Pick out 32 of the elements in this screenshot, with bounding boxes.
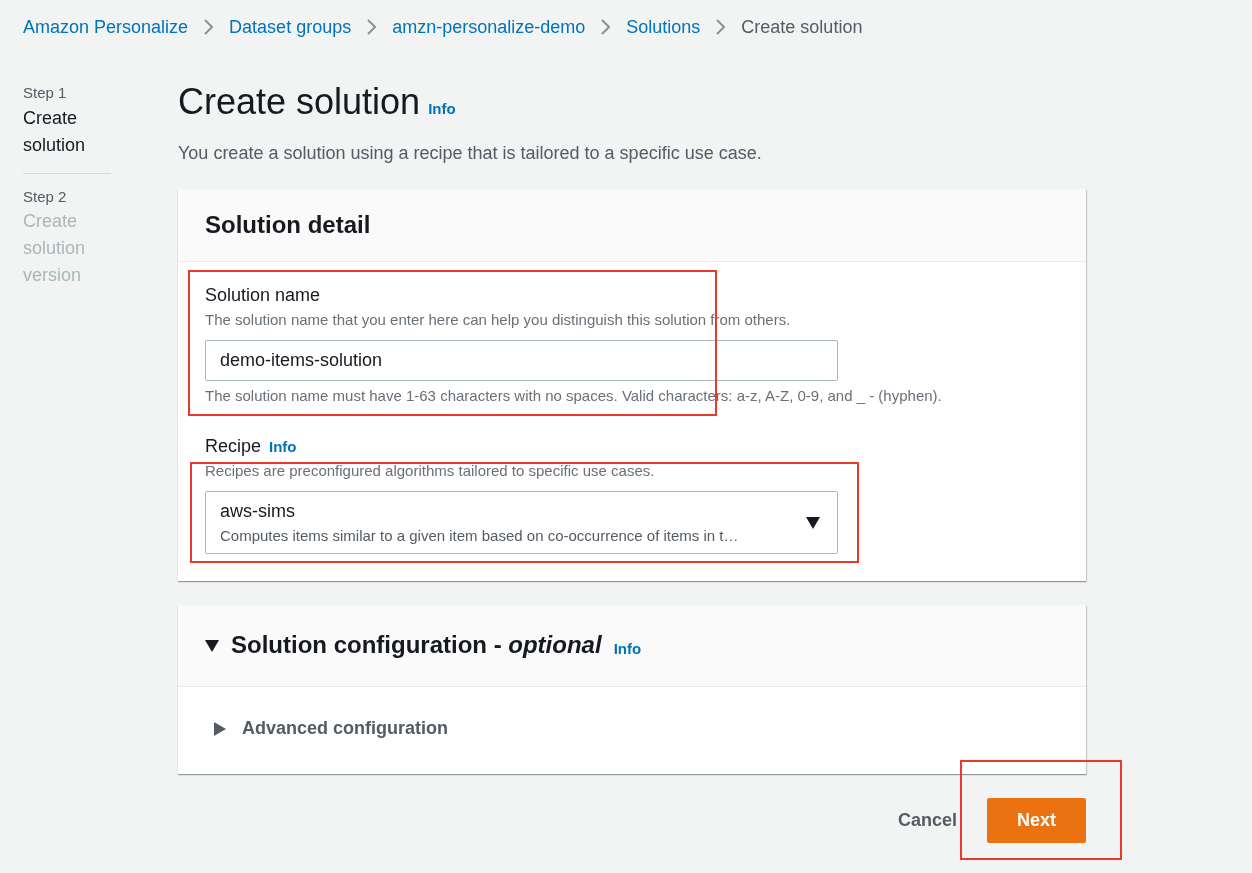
step-number: Step 2 [23,186,68,207]
step-number: Step 1 [23,83,68,103]
chevron-icon [601,19,611,35]
info-link[interactable]: Info [269,436,297,459]
value-description: Computes items similar to a given item based on co-occurrence of items in t… [220,525,740,546]
info-link[interactable]: Info [428,98,456,121]
section-toggle[interactable]: Advanced configuration [242,715,448,743]
expand-toggle-icon[interactable] [205,639,219,652]
next-button[interactable]: Next [987,798,1086,844]
breadcrumb-link[interactable]: amzn-personalize-demo [392,13,586,41]
chevron-icon [716,19,726,35]
recipe-select[interactable]: aws-sims Computes items similar to a given item based on co-occurrence of items in t… [205,490,838,555]
page-title: Create solution [178,82,421,122]
info-link[interactable]: Info [613,637,642,661]
field-label: Recipe [205,435,262,459]
expand-toggle-icon[interactable] [214,721,226,736]
chevron-icon [204,19,214,35]
field-description: Recipes are preconfigured algorithms tailored to specific use cases. [205,461,656,482]
field-label: Solution name [205,284,322,308]
panel-title: Solution detail [205,210,372,240]
breadcrumb-link[interactable]: Amazon Personalize [23,13,189,41]
breadcrumb-link[interactable]: Solutions [626,13,701,41]
page-description: You create a solution using a recipe that is tailored to a specific use case. [178,141,763,165]
cancel-button[interactable]: Cancel [891,806,963,836]
chevron-icon [367,19,377,35]
step-title[interactable]: Create solution [23,104,111,159]
caret-down-icon[interactable] [806,516,820,529]
selected-value: aws-sims [220,499,296,523]
breadcrumb-link[interactable]: Dataset groups [229,13,352,41]
breadcrumb-current: Create solution [741,15,863,39]
panel-title: Solution configuration - optional [231,631,602,661]
solution-name-field[interactable]: demo-items-solution [205,339,838,381]
